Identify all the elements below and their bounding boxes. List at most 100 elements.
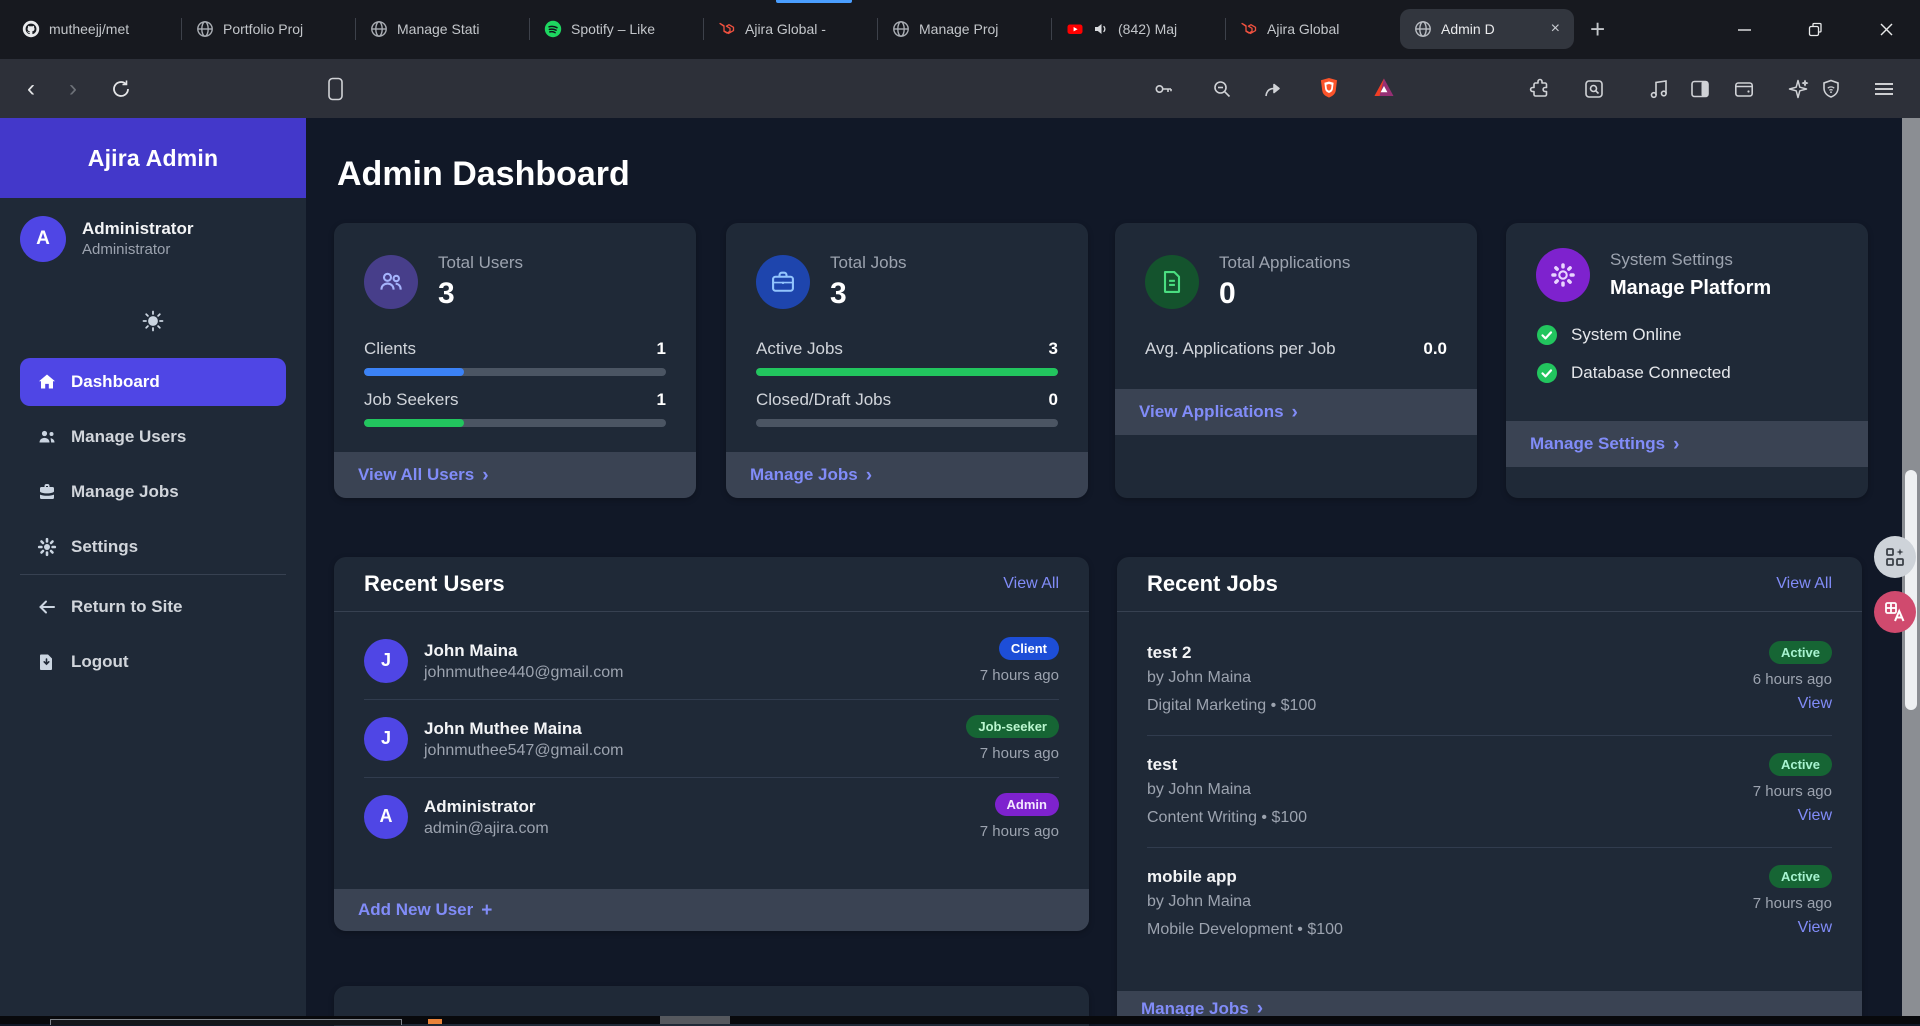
extensions-icon[interactable] (1529, 78, 1551, 100)
manage-jobs-footer-link[interactable]: Manage Jobs › (1117, 991, 1862, 1016)
manage-settings-link[interactable]: Manage Settings › (1506, 421, 1868, 467)
spotify-icon (544, 20, 562, 38)
background-window-accent (428, 1019, 442, 1024)
share-icon[interactable] (1262, 78, 1284, 100)
browser-tab-youtube[interactable]: (842) Maj (1052, 9, 1226, 49)
add-new-user-link[interactable]: Add New User + (334, 889, 1089, 931)
theme-toggle-sun-icon[interactable] (141, 309, 165, 333)
panel-title: Recent Jobs (1147, 571, 1278, 597)
leo-ai-icon[interactable] (1787, 78, 1809, 100)
tab-title: Portfolio Proj (223, 21, 346, 37)
vpn-shield-icon[interactable] (1820, 78, 1842, 100)
job-title: mobile app (1147, 865, 1753, 889)
stat-card-system-settings: System Settings Manage Platform System O… (1506, 223, 1868, 498)
tab-accent-bar (776, 0, 852, 3)
job-title: test (1147, 753, 1753, 777)
browser-tab-spotify[interactable]: Spotify – Like (530, 9, 704, 49)
progress-track (756, 368, 1058, 376)
sidebar-item-manage-users[interactable]: Manage Users (20, 413, 286, 461)
avatar: A (364, 795, 408, 839)
browser-tab-ajira-2[interactable]: Ajira Global (1226, 9, 1400, 49)
job-author: by John Maina (1147, 889, 1753, 914)
browser-tab-manage-proj[interactable]: Manage Proj (878, 9, 1052, 49)
zoom-out-icon[interactable] (1211, 78, 1233, 100)
stat-row-label: Active Jobs (756, 339, 843, 359)
view-job-link[interactable]: View (1753, 688, 1832, 719)
new-tab-button[interactable]: + (1590, 16, 1605, 42)
gear-icon (37, 537, 57, 557)
job-row[interactable]: mobile app by John Maina Mobile Developm… (1147, 848, 1832, 959)
view-all-users[interactable]: View All (1003, 575, 1059, 593)
sidebar-item-dashboard[interactable]: Dashboard (20, 358, 286, 406)
job-row[interactable]: test by John Maina Content Writing • $10… (1147, 736, 1832, 848)
timestamp: 7 hours ago (966, 745, 1059, 762)
job-title: test 2 (1147, 641, 1753, 665)
browser-tab-ajira-1[interactable]: Ajira Global - (704, 9, 878, 49)
plus-icon: + (481, 901, 492, 920)
translate-widget-button[interactable] (1874, 591, 1916, 633)
stat-value: 0 (1219, 277, 1350, 311)
youtube-icon (1066, 20, 1084, 38)
bookmark-sidebar-icon[interactable] (327, 77, 349, 99)
window-minimize-button[interactable] (1713, 0, 1775, 59)
password-key-icon[interactable] (1152, 78, 1174, 100)
sidebar-item-settings[interactable]: Settings (20, 523, 286, 571)
speaker-icon[interactable] (1093, 21, 1109, 37)
stat-row-label: Clients (364, 339, 416, 359)
view-job-link[interactable]: View (1753, 912, 1832, 943)
view-job-link[interactable]: View (1753, 800, 1832, 831)
user-row[interactable]: J John Muthee Maina johnmuthee547@gmail.… (364, 700, 1059, 778)
menu-icon[interactable] (1872, 78, 1894, 100)
footer-label: View All Users (358, 465, 474, 485)
stat-row-label: Job Seekers (364, 390, 459, 410)
sidebar-item-label: Manage Jobs (71, 482, 179, 502)
stat-label: Total Applications (1219, 252, 1350, 274)
browser-tab-manage-stati[interactable]: Manage Stati (356, 9, 530, 49)
browser-tab-github[interactable]: mutheejj/met (8, 9, 182, 49)
users-icon (364, 255, 418, 309)
forward-button[interactable]: › (58, 75, 88, 103)
stat-row-value: 0 (1049, 390, 1058, 410)
status-text: System Online (1571, 325, 1682, 345)
view-all-users-link[interactable]: View All Users › (334, 452, 696, 498)
job-meta: Content Writing • $100 (1147, 802, 1753, 833)
brave-rewards-icon[interactable] (1372, 76, 1394, 98)
sidebar-item-logout[interactable]: Logout (20, 638, 286, 686)
extension-widget-button[interactable] (1874, 536, 1916, 578)
view-all-jobs[interactable]: View All (1776, 575, 1832, 593)
job-row[interactable]: test 2 by John Maina Digital Marketing •… (1147, 624, 1832, 736)
globe-icon (892, 20, 910, 38)
grid-sparkle-icon (1884, 546, 1906, 568)
window-restore-button[interactable] (1784, 0, 1846, 59)
laravel-icon (1240, 20, 1258, 38)
search-panel-icon[interactable] (1583, 78, 1605, 100)
manage-jobs-link[interactable]: Manage Jobs › (726, 452, 1088, 498)
tab-title: Ajira Global - (745, 21, 868, 37)
progress-fill-active-jobs (756, 368, 1058, 376)
stat-label: Total Users (438, 252, 523, 274)
music-icon[interactable] (1648, 78, 1670, 100)
brave-shields-icon[interactable] (1317, 76, 1339, 98)
sidebar-divider (20, 574, 286, 575)
window-close-button[interactable] (1855, 0, 1917, 59)
timestamp: 7 hours ago (1753, 895, 1832, 912)
tab-close-icon[interactable]: × (1547, 19, 1564, 39)
wallet-icon[interactable] (1733, 78, 1755, 100)
browser-tab-strip: mutheejj/met Portfolio Proj Manage Stati… (0, 0, 1920, 59)
home-icon (37, 372, 57, 392)
sidebar-item-return-to-site[interactable]: Return to Site (20, 583, 286, 631)
page-scrollbar-thumb[interactable] (1905, 470, 1917, 710)
reload-button[interactable] (110, 78, 132, 100)
view-applications-link[interactable]: View Applications › (1115, 389, 1477, 435)
briefcase-icon (756, 255, 810, 309)
user-row[interactable]: A Administrator admin@ajira.com Admin 7 … (364, 778, 1059, 855)
user-row[interactable]: J John Maina johnmuthee440@gmail.com Cli… (364, 622, 1059, 700)
stat-row-value: 1 (657, 390, 666, 410)
stat-row-value: 3 (1049, 339, 1058, 359)
reading-panel-icon[interactable] (1689, 78, 1711, 100)
browser-tab-admin-dashboard-active[interactable]: Admin D × (1400, 9, 1574, 49)
sidebar-item-manage-jobs[interactable]: Manage Jobs (20, 468, 286, 516)
browser-tab-portfolio[interactable]: Portfolio Proj (182, 9, 356, 49)
back-button[interactable]: ‹ (16, 75, 46, 103)
sidebar: Ajira Admin A Administrator Administrato… (0, 118, 306, 1016)
